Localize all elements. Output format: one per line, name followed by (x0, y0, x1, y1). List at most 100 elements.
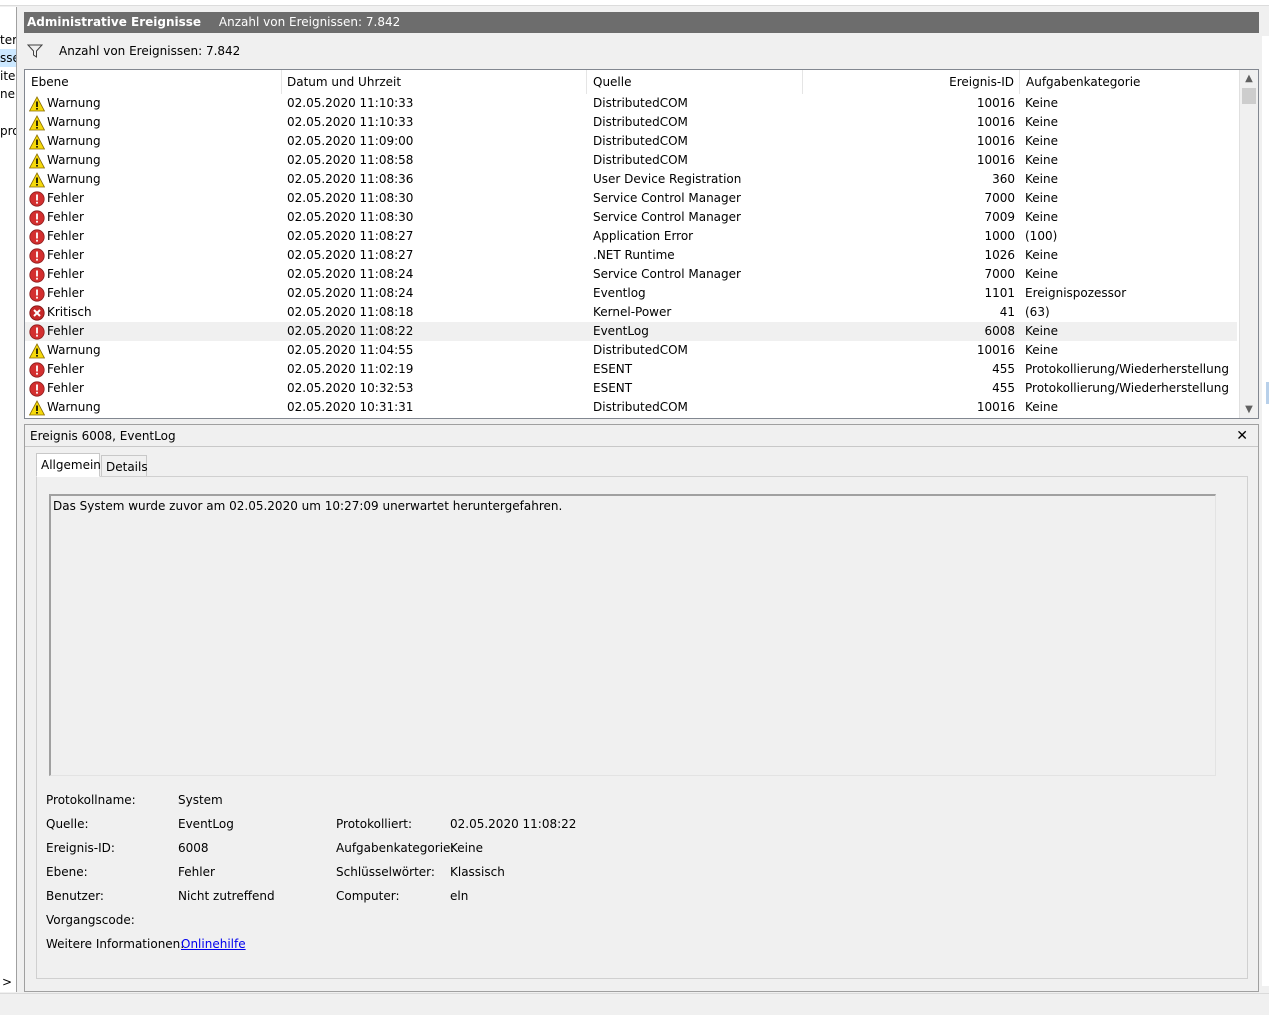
error-icon (29, 362, 45, 378)
cell-date: 02.05.2020 11:08:27 (287, 248, 414, 262)
table-row-selected[interactable]: Fehler 02.05.2020 11:08:22 EventLog 6008 Kei… (25, 322, 1237, 341)
cell-task-category: Keine (1025, 210, 1058, 224)
cell-task-category: Keine (1025, 153, 1058, 167)
warning-icon (28, 115, 46, 131)
table-row[interactable]: Warnung 02.05.2020 10:31:31 DistributedCOM… (25, 398, 1237, 417)
cell-level: Warnung (47, 153, 101, 167)
status-bar (0, 993, 1269, 1015)
table-row[interactable]: Fehler 02.05.2020 11:08:27 Application Err… (25, 227, 1237, 246)
label-weitere-informationen: Weitere Informationen: (46, 937, 185, 951)
tree-item-fragment[interactable]: ite (0, 67, 15, 85)
table-row[interactable]: Fehler 02.05.2020 11:08:24 Eventlog 1101 Ere… (25, 284, 1237, 303)
cell-event-id: 10016 (976, 343, 1015, 357)
scroll-down-icon[interactable]: ▼ (1240, 401, 1258, 418)
filter-icon (27, 44, 43, 58)
cell-date: 02.05.2020 11:08:58 (287, 153, 414, 167)
value-benutzer: Nicht zutreffend (178, 889, 275, 903)
tree-item-fragment-selected[interactable]: sse (0, 49, 16, 67)
table-row[interactable]: Warnung 02.05.2020 11:09:00 DistributedCOM… (25, 132, 1237, 151)
label-vorgangscode: Vorgangscode: (46, 913, 135, 927)
cell-date: 02.05.2020 11:08:36 (287, 172, 414, 186)
column-header-date[interactable]: Datum und Uhrzeit (281, 70, 587, 94)
event-detail-pane: Ereignis 6008, EventLog ✕ Allgemein Deta… (24, 424, 1259, 992)
cell-level: Fehler (47, 267, 84, 281)
online-help-link[interactable]: Onlinehilfe (181, 936, 246, 952)
tab-panel-allgemein: Das System wurde zuvor am 02.05.2020 um … (36, 476, 1248, 979)
cell-level: Fehler (47, 286, 84, 300)
tree-item-fragment[interactable]: pro (0, 122, 16, 140)
table-row[interactable]: Fehler 02.05.2020 11:08:27 .NET Runtime 102… (25, 246, 1237, 265)
tree-item-fragment[interactable]: ter (0, 31, 16, 49)
view-event-count: Anzahl von Ereignissen: 7.842 (218, 15, 401, 29)
cell-date: 02.05.2020 10:31:31 (287, 400, 414, 414)
cell-source: DistributedCOM (593, 134, 688, 148)
cell-source: Service Control Manager (593, 191, 741, 205)
cell-source: EventLog (593, 324, 649, 338)
column-header-source[interactable]: Quelle (587, 70, 803, 94)
cell-event-id: 10016 (976, 153, 1015, 167)
cell-event-id: 41 (999, 305, 1015, 319)
cell-level: Fehler (47, 248, 84, 262)
warning-icon (28, 400, 46, 416)
table-row[interactable]: Warnung 02.05.2020 11:08:58 DistributedCOM… (25, 151, 1237, 170)
cell-date: 02.05.2020 11:08:30 (287, 191, 414, 205)
table-row[interactable]: Warnung 02.05.2020 11:10:33 DistributedCOM… (25, 94, 1237, 113)
cell-event-id: 10016 (976, 115, 1015, 129)
error-icon (29, 324, 45, 340)
cell-date: 02.05.2020 10:32:53 (287, 381, 414, 395)
close-icon[interactable]: ✕ (1236, 425, 1248, 447)
value-ereignis-id: 6008 (178, 841, 209, 855)
tab-details[interactable]: Details (101, 455, 148, 477)
event-message-text: Das System wurde zuvor am 02.05.2020 um … (53, 499, 563, 513)
value-quelle: EventLog (178, 817, 234, 831)
navigation-tree-pane[interactable]: ter sse ite ner pro > (0, 7, 17, 992)
scroll-up-icon[interactable]: ▲ (1240, 70, 1258, 87)
scrollbar-thumb[interactable] (1242, 88, 1256, 104)
cell-date: 02.05.2020 11:08:24 (287, 286, 414, 300)
event-detail-header: Ereignis 6008, EventLog ✕ (25, 425, 1258, 447)
cell-date: 02.05.2020 11:08:30 (287, 210, 414, 224)
table-row[interactable]: Fehler 02.05.2020 11:02:19 ESENT 455 Protoko… (25, 360, 1237, 379)
cell-event-id: 7000 (984, 191, 1015, 205)
column-header-event-id[interactable]: Ereignis-ID (803, 70, 1020, 94)
filter-count-text: Anzahl von Ereignissen: 7.842 (59, 44, 241, 58)
event-list-scrollbar[interactable]: ▲ ▼ (1239, 70, 1258, 418)
scroll-right-icon[interactable]: > (2, 975, 12, 989)
cell-source: Service Control Manager (593, 267, 741, 281)
warning-icon (28, 172, 46, 188)
error-icon (29, 229, 45, 245)
cell-level: Fehler (47, 229, 84, 243)
view-title-bar: Administrative Ereignisse Anzahl von Ere… (24, 12, 1259, 33)
column-header-task-category[interactable]: Aufgabenkategorie (1020, 70, 1237, 94)
cell-task-category: (100) (1025, 229, 1058, 243)
cell-task-category: Keine (1025, 248, 1058, 262)
cell-source: Kernel-Power (593, 305, 672, 319)
table-row[interactable]: Warnung 02.05.2020 11:10:33 DistributedCOM… (25, 113, 1237, 132)
column-header-level[interactable]: Ebene (25, 70, 282, 94)
cell-event-id: 360 (992, 172, 1015, 186)
label-computer: Computer: (336, 889, 400, 903)
table-row[interactable]: Warnung 02.05.2020 11:08:36 User Device Re… (25, 170, 1237, 189)
tab-allgemein[interactable]: Allgemein (36, 453, 101, 477)
table-row[interactable]: Fehler 02.05.2020 11:08:30 Service Control… (25, 208, 1237, 227)
warning-icon (28, 153, 46, 169)
cell-event-id: 1101 (984, 286, 1015, 300)
table-row[interactable]: Fehler 02.05.2020 11:08:24 Service Control… (25, 265, 1237, 284)
table-row[interactable]: Warnung 02.05.2020 11:04:55 DistributedCOM… (25, 341, 1237, 360)
view-title: Administrative Ereignisse (27, 15, 202, 29)
label-ereignis-id: Ereignis-ID: (46, 841, 115, 855)
table-row[interactable]: Fehler 02.05.2020 10:32:53 ESENT 455 Protoko… (25, 379, 1237, 398)
table-row[interactable]: Fehler 02.05.2020 11:08:30 Service Control… (25, 189, 1237, 208)
value-ebene: Fehler (178, 865, 215, 879)
event-message-box[interactable]: Das System wurde zuvor am 02.05.2020 um … (49, 494, 1216, 776)
tree-item-fragment[interactable]: ner (0, 85, 16, 103)
event-list[interactable]: Ebene Datum und Uhrzeit Quelle Ereignis-… (24, 69, 1259, 419)
cell-level: Warnung (47, 115, 101, 129)
value-aufgabenkategorie: Keine (450, 841, 483, 855)
right-window-edge (1262, 36, 1269, 986)
cell-task-category: Protokollierung/Wiederherstellung (1025, 381, 1229, 395)
table-row[interactable]: Kritisch 02.05.2020 11:08:18 Kernel-Power 4… (25, 303, 1237, 322)
cell-source: Service Control Manager (593, 210, 741, 224)
error-icon (29, 191, 45, 207)
cell-level: Warnung (47, 96, 101, 110)
